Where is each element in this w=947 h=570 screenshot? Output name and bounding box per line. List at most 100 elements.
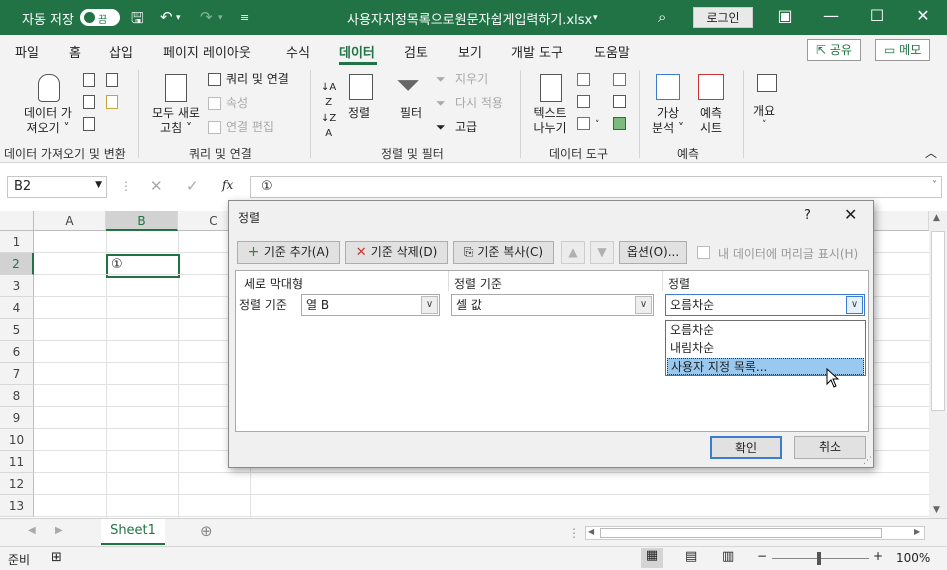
column-select[interactable]: 열 B ∨ [301,294,440,316]
title-dropdown-icon[interactable]: ▾ [593,13,598,23]
row-header-2[interactable]: 2 [0,253,34,275]
zoom-in-icon[interactable]: + [873,549,883,563]
column-select-arrow-icon[interactable]: ∨ [421,296,438,314]
sheet-prev-icon[interactable]: ◀ [28,525,36,536]
horizontal-scrollbar[interactable]: ◀ ▶ [585,526,925,540]
row-header-10[interactable]: 10 [0,429,34,451]
recent-sources-icon[interactable] [106,73,118,87]
text-to-columns-button[interactable]: 텍스트 나누기 [530,106,570,136]
tab-file[interactable]: 파일 [15,42,39,61]
sort-on-select[interactable]: 셀 값 ∨ [451,294,654,316]
formula-input[interactable]: ① ˅ [250,176,942,198]
vertical-scroll-thumb[interactable] [931,231,945,411]
row-header-9[interactable]: 9 [0,407,34,429]
data-model-icon[interactable] [613,117,626,130]
name-box-dropdown-icon[interactable]: ▼ [95,180,102,190]
add-level-button[interactable]: + 기준 추가(A) [237,241,340,264]
column-header-b[interactable]: B [106,211,178,231]
clear-button[interactable]: 지우기 [455,72,488,87]
order-option-descending[interactable]: 내림차순 [667,340,864,357]
copy-level-button[interactable]: ⎘ 기준 복사(C) [453,241,554,264]
remove-duplicates-icon[interactable] [577,95,590,108]
queries-connections-button[interactable]: 쿼리 및 연결 [226,72,289,87]
new-sheet-icon[interactable]: ⊕ [200,522,213,540]
ok-button[interactable]: 확인 [710,436,782,459]
tab-split-icon[interactable]: ⋮ [568,526,580,540]
maximize-icon[interactable]: ☐ [862,6,892,25]
scroll-down-icon[interactable]: ▼ [933,505,940,515]
reapply-button[interactable]: 다시 적용 [455,96,503,111]
name-box[interactable]: B2 ▼ [7,176,107,198]
page-layout-view-icon[interactable]: ▤ [685,549,697,564]
minimize-icon[interactable]: — [816,6,846,25]
vertical-scrollbar[interactable]: ▲ ▼ [929,211,947,518]
from-text-icon[interactable] [83,73,95,87]
options-button[interactable]: 옵션(O)... [619,241,687,264]
row-header-8[interactable]: 8 [0,385,34,407]
order-select[interactable]: 오름차순 ∨ [665,294,865,316]
row-header-12[interactable]: 12 [0,473,34,495]
expand-formula-icon[interactable]: ˅ [932,180,937,191]
hscroll-left-icon[interactable]: ◀ [588,527,594,536]
memo-button[interactable]: ▭ 메모 [875,39,931,61]
existing-connections-icon[interactable] [106,95,118,109]
filter-button[interactable]: 필터 [400,106,422,121]
zoom-slider-thumb[interactable] [817,552,821,565]
sort-on-select-arrow-icon[interactable]: ∨ [635,296,652,314]
outline-button[interactable]: 개요 [753,104,775,119]
redo-icon[interactable]: ↷ [200,8,213,26]
select-all-corner[interactable] [0,211,34,231]
autosave-toggle[interactable]: 끔 [80,9,120,26]
data-validation-icon[interactable] [577,117,590,130]
redo-dropdown-icon[interactable]: ▾ [218,13,223,23]
resize-grip-icon[interactable]: ⋰ [863,456,872,466]
cancel-entry-icon[interactable]: ✕ [150,177,163,195]
advanced-button[interactable]: 고급 [455,120,477,135]
row-header-5[interactable]: 5 [0,319,34,341]
relationships-icon[interactable] [613,95,626,108]
undo-dropdown-icon[interactable]: ▾ [176,13,181,23]
from-web-icon[interactable] [83,95,95,109]
properties-button[interactable]: 속성 [226,96,248,111]
row-header-1[interactable]: 1 [0,231,34,253]
move-down-button[interactable]: ▼ [590,241,614,264]
row-header-13[interactable]: 13 [0,495,34,517]
close-icon[interactable]: ✕ [908,6,938,25]
row-header-6[interactable]: 6 [0,341,34,363]
delete-level-button[interactable]: ✕ 기준 삭제(D) [345,241,448,264]
refresh-all-button[interactable]: 모두 새로 고침 ˅ [146,106,206,136]
horizontal-scroll-thumb[interactable] [600,528,882,538]
from-table-icon[interactable] [83,117,95,131]
order-select-arrow-icon[interactable]: ∨ [846,296,863,314]
insert-function-icon[interactable]: fx [222,178,233,192]
whatif-analysis-button[interactable]: 가상 분석 ˅ [647,106,689,136]
zoom-level[interactable]: 100% [896,551,930,565]
cancel-button[interactable]: 취소 [794,436,866,459]
hscroll-right-icon[interactable]: ▶ [914,527,920,536]
dialog-help-button[interactable]: ? [804,208,811,223]
sort-az-icon[interactable]: ↓A Z [321,80,336,110]
edit-links-button[interactable]: 연결 편집 [226,120,274,135]
login-button[interactable]: 로그인 [693,7,753,28]
tab-developer[interactable]: 개발 도구 [511,42,563,61]
ribbon-display-icon[interactable]: ▣ [770,6,800,25]
row-header-4[interactable]: 4 [0,297,34,319]
macro-record-icon[interactable]: ⊞ [51,550,62,565]
zoom-out-icon[interactable]: − [757,549,767,563]
tab-insert[interactable]: 삽입 [109,42,133,61]
dialog-close-icon[interactable]: ✕ [844,205,857,224]
sort-button[interactable]: 정렬 [348,106,370,121]
save-icon[interactable]: 🖫 [131,8,144,33]
sheet-tab-sheet1[interactable]: Sheet1 [101,519,165,545]
order-option-ascending[interactable]: 오름차순 [667,322,864,339]
tab-help[interactable]: 도움말 [594,42,630,61]
row-header-7[interactable]: 7 [0,363,34,385]
row-header-3[interactable]: 3 [0,275,34,297]
page-break-view-icon[interactable]: ▥ [722,549,734,564]
sort-za-icon[interactable]: ↓Z A [321,111,336,141]
headers-checkbox[interactable] [697,246,710,259]
undo-icon[interactable]: ↶ [160,8,173,26]
data-validation-dropdown-icon[interactable]: ˅ [595,118,600,133]
tab-page-layout[interactable]: 페이지 레이아웃 [163,42,251,61]
scroll-up-icon[interactable]: ▲ [933,213,940,223]
